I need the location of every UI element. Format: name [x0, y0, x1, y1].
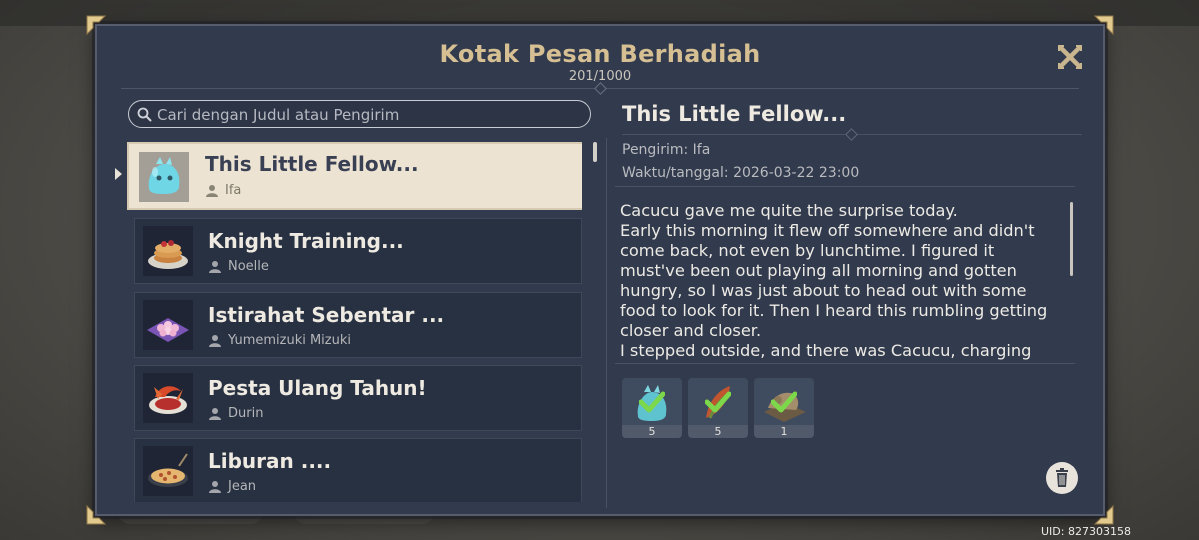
- search-icon: [137, 107, 152, 122]
- detail-datetime: Waktu/tanggal: 2026-03-22 23:00: [622, 165, 860, 181]
- mail-title: Knight Training...: [208, 229, 404, 253]
- detail-divider: [622, 128, 1082, 141]
- reward-quantity: 5: [688, 425, 748, 438]
- reward-quantity: 5: [622, 425, 682, 438]
- detail-sender: Pengirim: Ifa: [622, 142, 711, 158]
- mailbox-panel: Kotak Pesan Berhadiah 201/1000 Cari deng…: [86, 15, 1114, 525]
- mail-list: This Little Fellow... Ifa Knight Trainin…: [127, 142, 582, 502]
- corner-ornament: [1093, 504, 1115, 526]
- message-scrollbar[interactable]: [1070, 202, 1073, 276]
- reward-item[interactable]: 5: [688, 378, 748, 438]
- dragon-dish-icon: [143, 373, 193, 423]
- mail-title: Liburan ....: [208, 449, 332, 473]
- search-input[interactable]: [155, 103, 579, 127]
- user-id: UID: 827303158: [1041, 525, 1131, 538]
- mail-list-scrollbar[interactable]: [593, 142, 597, 494]
- message-body-area[interactable]: Cacucu gave me quite the surprise today.…: [615, 186, 1075, 364]
- background-top-bar: [0, 0, 1199, 26]
- mail-sender: Durin: [228, 406, 264, 421]
- dango-tray-icon: [143, 300, 193, 350]
- corner-ornament: [85, 14, 107, 36]
- claimed-check-icon: [705, 391, 731, 413]
- selection-indicator: [115, 168, 122, 180]
- slime-icon: [139, 152, 189, 202]
- mail-sender: Ifa: [225, 183, 242, 198]
- close-button[interactable]: [1055, 42, 1085, 72]
- mail-sender: Noelle: [228, 259, 269, 274]
- sender-icon: [209, 408, 221, 420]
- mail-sender: Jean: [228, 479, 257, 494]
- mail-title: This Little Fellow...: [205, 152, 419, 176]
- mail-item[interactable]: Pesta Ulang Tahun! Durin: [134, 365, 582, 431]
- pane-divider: [606, 138, 607, 508]
- mail-title: Istirahat Sebentar ...: [208, 303, 445, 327]
- reward-item[interactable]: 1: [754, 378, 814, 438]
- pizza-dish-icon: [143, 446, 193, 496]
- header-divider: [121, 82, 1079, 95]
- mail-title: Pesta Ulang Tahun!: [208, 376, 427, 400]
- trash-icon: [1056, 468, 1068, 487]
- detail-title: This Little Fellow...: [622, 102, 847, 126]
- sender-icon: [209, 481, 221, 493]
- message-body: Cacucu gave me quite the surprise today.…: [620, 201, 1048, 360]
- pancake-dish-icon: [143, 226, 193, 276]
- claimed-check-icon: [771, 391, 797, 413]
- reward-item[interactable]: 5: [622, 378, 682, 438]
- sender-icon: [209, 335, 221, 347]
- mail-item[interactable]: This Little Fellow... Ifa: [127, 142, 582, 210]
- close-icon: [1057, 44, 1083, 70]
- corner-ornament: [85, 504, 107, 526]
- mail-item[interactable]: Liburan .... Jean: [134, 438, 582, 502]
- delete-button[interactable]: [1046, 462, 1078, 494]
- reward-quantity: 1: [754, 425, 814, 438]
- sender-icon: [209, 261, 221, 273]
- mail-item[interactable]: Istirahat Sebentar ... Yumemizuki Mizuki: [134, 292, 582, 358]
- window-title: Kotak Pesan Berhadiah: [439, 40, 761, 68]
- mail-sender: Yumemizuki Mizuki: [228, 333, 351, 348]
- claimed-check-icon: [639, 391, 665, 413]
- mail-item[interactable]: Knight Training... Noelle: [134, 218, 582, 284]
- corner-ornament: [1093, 14, 1115, 36]
- sender-icon: [206, 185, 218, 197]
- search-field[interactable]: [128, 100, 591, 128]
